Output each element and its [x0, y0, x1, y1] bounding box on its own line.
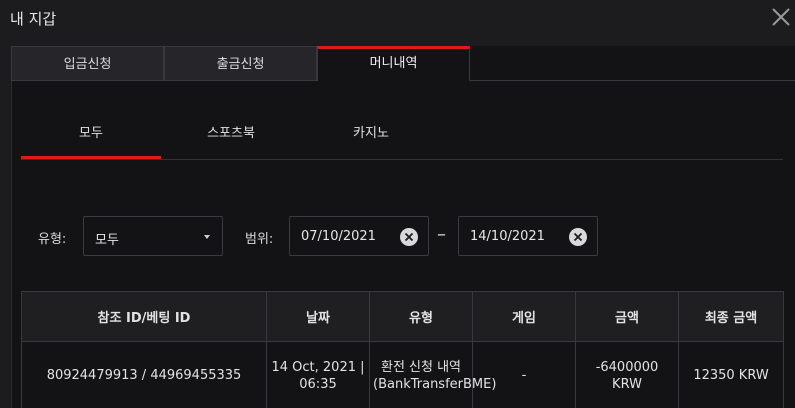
tab-deposit[interactable]: 입금신청: [11, 46, 164, 81]
header-ref-id: 참조 ID/베팅 ID: [21, 291, 267, 342]
history-table: 참조 ID/베팅 ID 날짜 유형 게임 금액 최종 금액 8092447991…: [21, 291, 784, 408]
date-to-value: 14/10/2021: [470, 229, 545, 244]
table-header-row: 참조 ID/베팅 ID 날짜 유형 게임 금액 최종 금액: [21, 291, 784, 342]
cell-ref-id: 80924479913 / 44969455335: [21, 341, 267, 408]
tab-bar-fill: [470, 46, 795, 81]
subtab-casino[interactable]: 카지노: [301, 113, 441, 159]
table-row: 80924479913 / 44969455335 14 Oct, 2021 |…: [21, 341, 784, 408]
header-type: 유형: [369, 291, 473, 342]
cell-final-amount: 12350 KRW: [678, 341, 784, 408]
cell-game: -: [472, 341, 576, 408]
main-tabs: 입금신청 출금신청 머니내역: [11, 46, 795, 81]
date-from-value: 07/10/2021: [301, 229, 376, 244]
date-from-field[interactable]: 07/10/2021: [289, 216, 429, 256]
clear-icon[interactable]: [400, 228, 418, 246]
cell-date: 14 Oct, 2021 | 06:35: [266, 341, 370, 408]
tab-withdraw[interactable]: 출금신청: [164, 46, 317, 81]
date-separator: –: [437, 224, 446, 245]
subtab-all[interactable]: 모두: [21, 113, 161, 159]
type-select[interactable]: 모두: [83, 216, 223, 256]
tab-money-history[interactable]: 머니내역: [317, 46, 470, 81]
cell-type: 환전 신청 내역 (BankTransferBME): [369, 341, 496, 408]
header-game: 게임: [472, 291, 576, 342]
cell-amount: -6400000 KRW: [575, 341, 679, 408]
range-label: 범위:: [245, 232, 274, 247]
clear-icon[interactable]: [569, 228, 587, 246]
chevron-down-icon: [204, 235, 210, 239]
subtab-sportsbook[interactable]: 스포츠북: [161, 113, 301, 159]
date-to-field[interactable]: 14/10/2021: [458, 216, 598, 256]
type-select-value: 모두: [95, 233, 119, 248]
type-label: 유형:: [38, 232, 67, 247]
close-icon[interactable]: [770, 6, 792, 28]
window-title: 내 지갑: [10, 10, 57, 28]
header-amount: 금액: [575, 291, 679, 342]
header-final-amount: 최종 금액: [678, 291, 784, 342]
history-subtabs: 모두 스포츠북 카지노: [21, 113, 783, 160]
header-date: 날짜: [266, 291, 370, 342]
